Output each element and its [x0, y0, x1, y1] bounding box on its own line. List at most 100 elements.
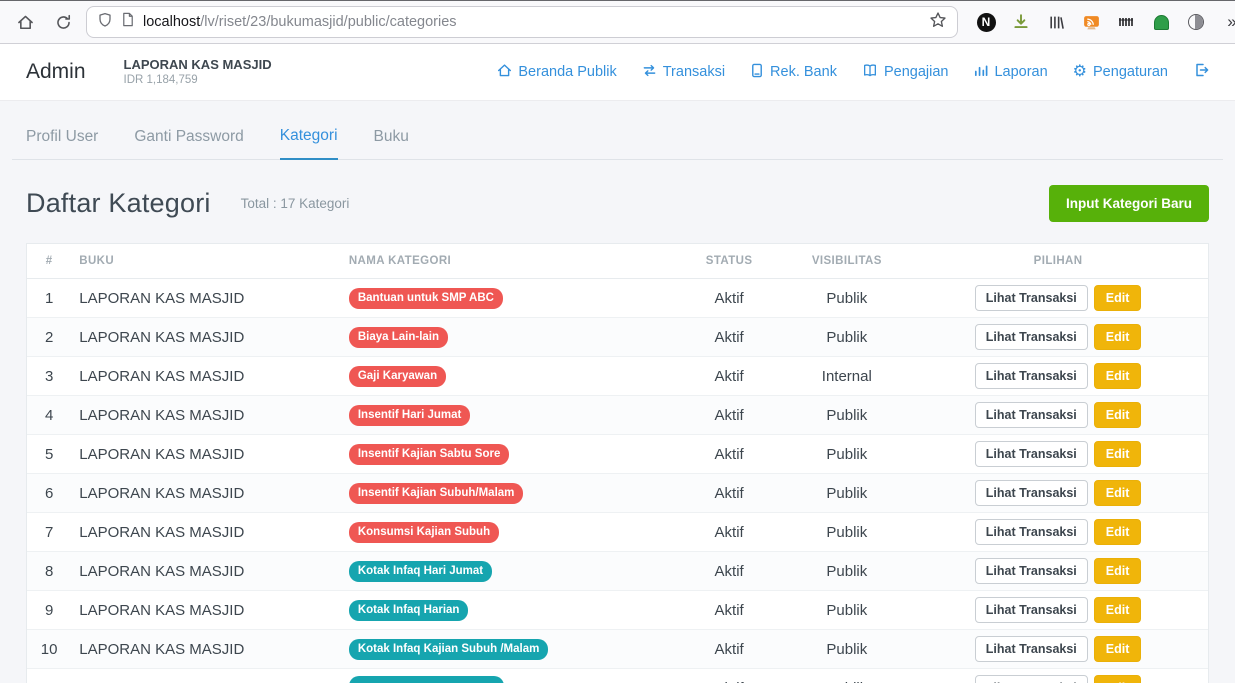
page-info-icon[interactable] [121, 12, 135, 32]
tab-ganti-password[interactable]: Ganti Password [134, 128, 243, 159]
edit-button[interactable]: Edit [1094, 597, 1142, 623]
table-row: 1 LAPORAN KAS MASJID Bantuan untuk SMP A… [27, 279, 1208, 318]
edit-button[interactable]: Edit [1094, 675, 1142, 683]
edit-button[interactable]: Edit [1094, 324, 1142, 350]
overflow-chevrons-icon[interactable]: » [1221, 12, 1235, 32]
category-badge: Kotak Infaq Hari Jumat [349, 561, 492, 582]
category-badge: Konsumsi Kajian Subuh [349, 522, 499, 543]
edit-button[interactable]: Edit [1094, 441, 1142, 467]
nav-label: Pengajian [884, 64, 949, 80]
view-transactions-button[interactable]: Lihat Transaksi [975, 480, 1088, 506]
home-icon[interactable] [10, 7, 40, 37]
category-badge: Bantuan untuk SMP ABC [349, 288, 503, 309]
row-book: LAPORAN KAS MASJID [71, 435, 341, 474]
row-visibility: Publik [785, 318, 908, 357]
tab-bar: Profil User Ganti Password Kategori Buku [12, 101, 1223, 160]
row-number: 8 [27, 552, 71, 591]
edit-button[interactable]: Edit [1094, 363, 1142, 389]
row-status: Aktif [673, 513, 786, 552]
table-row: 7 LAPORAN KAS MASJID Konsumsi Kajian Sub… [27, 513, 1208, 552]
arch-icon[interactable] [1151, 12, 1171, 32]
row-status: Aktif [673, 435, 786, 474]
row-status: Aktif [673, 552, 786, 591]
header-visibilitas: VISIBILITAS [785, 244, 908, 279]
nav-label: Transaksi [663, 64, 725, 80]
view-transactions-button[interactable]: Lihat Transaksi [975, 285, 1088, 311]
row-number: 7 [27, 513, 71, 552]
gear-icon: ⚙ [1073, 64, 1087, 80]
nav-logout[interactable] [1193, 62, 1209, 82]
row-book: LAPORAN KAS MASJID [71, 552, 341, 591]
view-transactions-button[interactable]: Lihat Transaksi [975, 636, 1088, 662]
reload-icon[interactable] [48, 7, 78, 37]
view-transactions-button[interactable]: Lihat Transaksi [975, 441, 1088, 467]
row-number: 6 [27, 474, 71, 513]
download-icon[interactable] [1011, 12, 1031, 32]
nav-pengajian[interactable]: Pengajian [862, 63, 949, 82]
category-badge: Kotak Infaq Harian [349, 600, 469, 621]
nav-laporan[interactable]: Laporan [973, 63, 1047, 82]
home-icon [497, 63, 512, 82]
library-icon[interactable] [1046, 12, 1066, 32]
rss-screen-icon[interactable] [1081, 12, 1101, 32]
tab-kategori[interactable]: Kategori [280, 127, 338, 160]
url-bar[interactable]: localhost/lv/riset/23/bukumasjid/public/… [86, 6, 958, 38]
row-book: LAPORAN KAS MASJID [71, 630, 341, 669]
header-nama-kategori: NAMA KATEGORI [341, 244, 673, 279]
row-visibility: Publik [785, 513, 908, 552]
view-transactions-button[interactable]: Lihat Transaksi [975, 675, 1088, 683]
nav-beranda-publik[interactable]: Beranda Publik [497, 63, 616, 82]
extension-row: N » [976, 12, 1235, 32]
row-number: 11 [27, 669, 71, 683]
view-transactions-button[interactable]: Lihat Transaksi [975, 597, 1088, 623]
edit-button[interactable]: Edit [1094, 519, 1142, 545]
row-number: 5 [27, 435, 71, 474]
view-transactions-button[interactable]: Lihat Transaksi [975, 402, 1088, 428]
table-row: 4 LAPORAN KAS MASJID Insentif Hari Jumat… [27, 396, 1208, 435]
nav-rek-bank[interactable]: Rek. Bank [750, 63, 837, 82]
edit-button[interactable]: Edit [1094, 480, 1142, 506]
row-book: LAPORAN KAS MASJID [71, 318, 341, 357]
edit-button[interactable]: Edit [1094, 558, 1142, 584]
grille-icon[interactable] [1116, 12, 1136, 32]
categories-table-card: # BUKU NAMA KATEGORI STATUS VISIBILITAS … [26, 243, 1209, 683]
shield-icon[interactable] [97, 12, 113, 33]
org-balance: IDR 1,184,759 [124, 73, 272, 87]
bank-book-icon [750, 63, 764, 82]
content-area: Profil User Ganti Password Kategori Buku… [0, 101, 1235, 683]
url-text[interactable]: localhost/lv/riset/23/bukumasjid/public/… [143, 14, 457, 30]
nav-pengaturan[interactable]: ⚙ Pengaturan [1073, 64, 1168, 80]
input-kategori-baru-button[interactable]: Input Kategori Baru [1049, 185, 1209, 222]
row-status: Aktif [673, 669, 786, 683]
org-name: LAPORAN KAS MASJID [124, 57, 272, 73]
table-row: 5 LAPORAN KAS MASJID Insentif Kajian Sab… [27, 435, 1208, 474]
view-transactions-button[interactable]: Lihat Transaksi [975, 519, 1088, 545]
category-badge: Kotak Infaq Kajian Subuh /Malam [349, 639, 548, 660]
view-transactions-button[interactable]: Lihat Transaksi [975, 324, 1088, 350]
row-book: LAPORAN KAS MASJID [71, 396, 341, 435]
bar-chart-icon [973, 63, 988, 82]
tab-profil-user[interactable]: Profil User [26, 128, 98, 159]
globe-circle-icon[interactable] [1186, 12, 1206, 32]
row-visibility: Internal [785, 357, 908, 396]
view-transactions-button[interactable]: Lihat Transaksi [975, 558, 1088, 584]
table-header-row: # BUKU NAMA KATEGORI STATUS VISIBILITAS … [27, 244, 1208, 279]
row-book: LAPORAN KAS MASJID [71, 279, 341, 318]
view-transactions-button[interactable]: Lihat Transaksi [975, 363, 1088, 389]
bookmark-star-icon[interactable] [929, 11, 947, 34]
transfer-icon [642, 63, 657, 82]
edit-button[interactable]: Edit [1094, 402, 1142, 428]
category-badge: Biaya Lain-lain [349, 327, 448, 348]
n-badge-icon[interactable]: N [976, 12, 996, 32]
total-count: Total : 17 Kategori [241, 196, 350, 211]
category-badge: Gaji Karyawan [349, 366, 446, 387]
tab-buku[interactable]: Buku [374, 128, 409, 159]
table-body: 1 LAPORAN KAS MASJID Bantuan untuk SMP A… [27, 279, 1208, 683]
row-visibility: Publik [785, 630, 908, 669]
nav-transaksi[interactable]: Transaksi [642, 63, 725, 82]
edit-button[interactable]: Edit [1094, 636, 1142, 662]
table-row: 8 LAPORAN KAS MASJID Kotak Infaq Hari Ju… [27, 552, 1208, 591]
browser-toolbar: localhost/lv/riset/23/bukumasjid/public/… [0, 0, 1235, 44]
edit-button[interactable]: Edit [1094, 285, 1142, 311]
row-status: Aktif [673, 591, 786, 630]
